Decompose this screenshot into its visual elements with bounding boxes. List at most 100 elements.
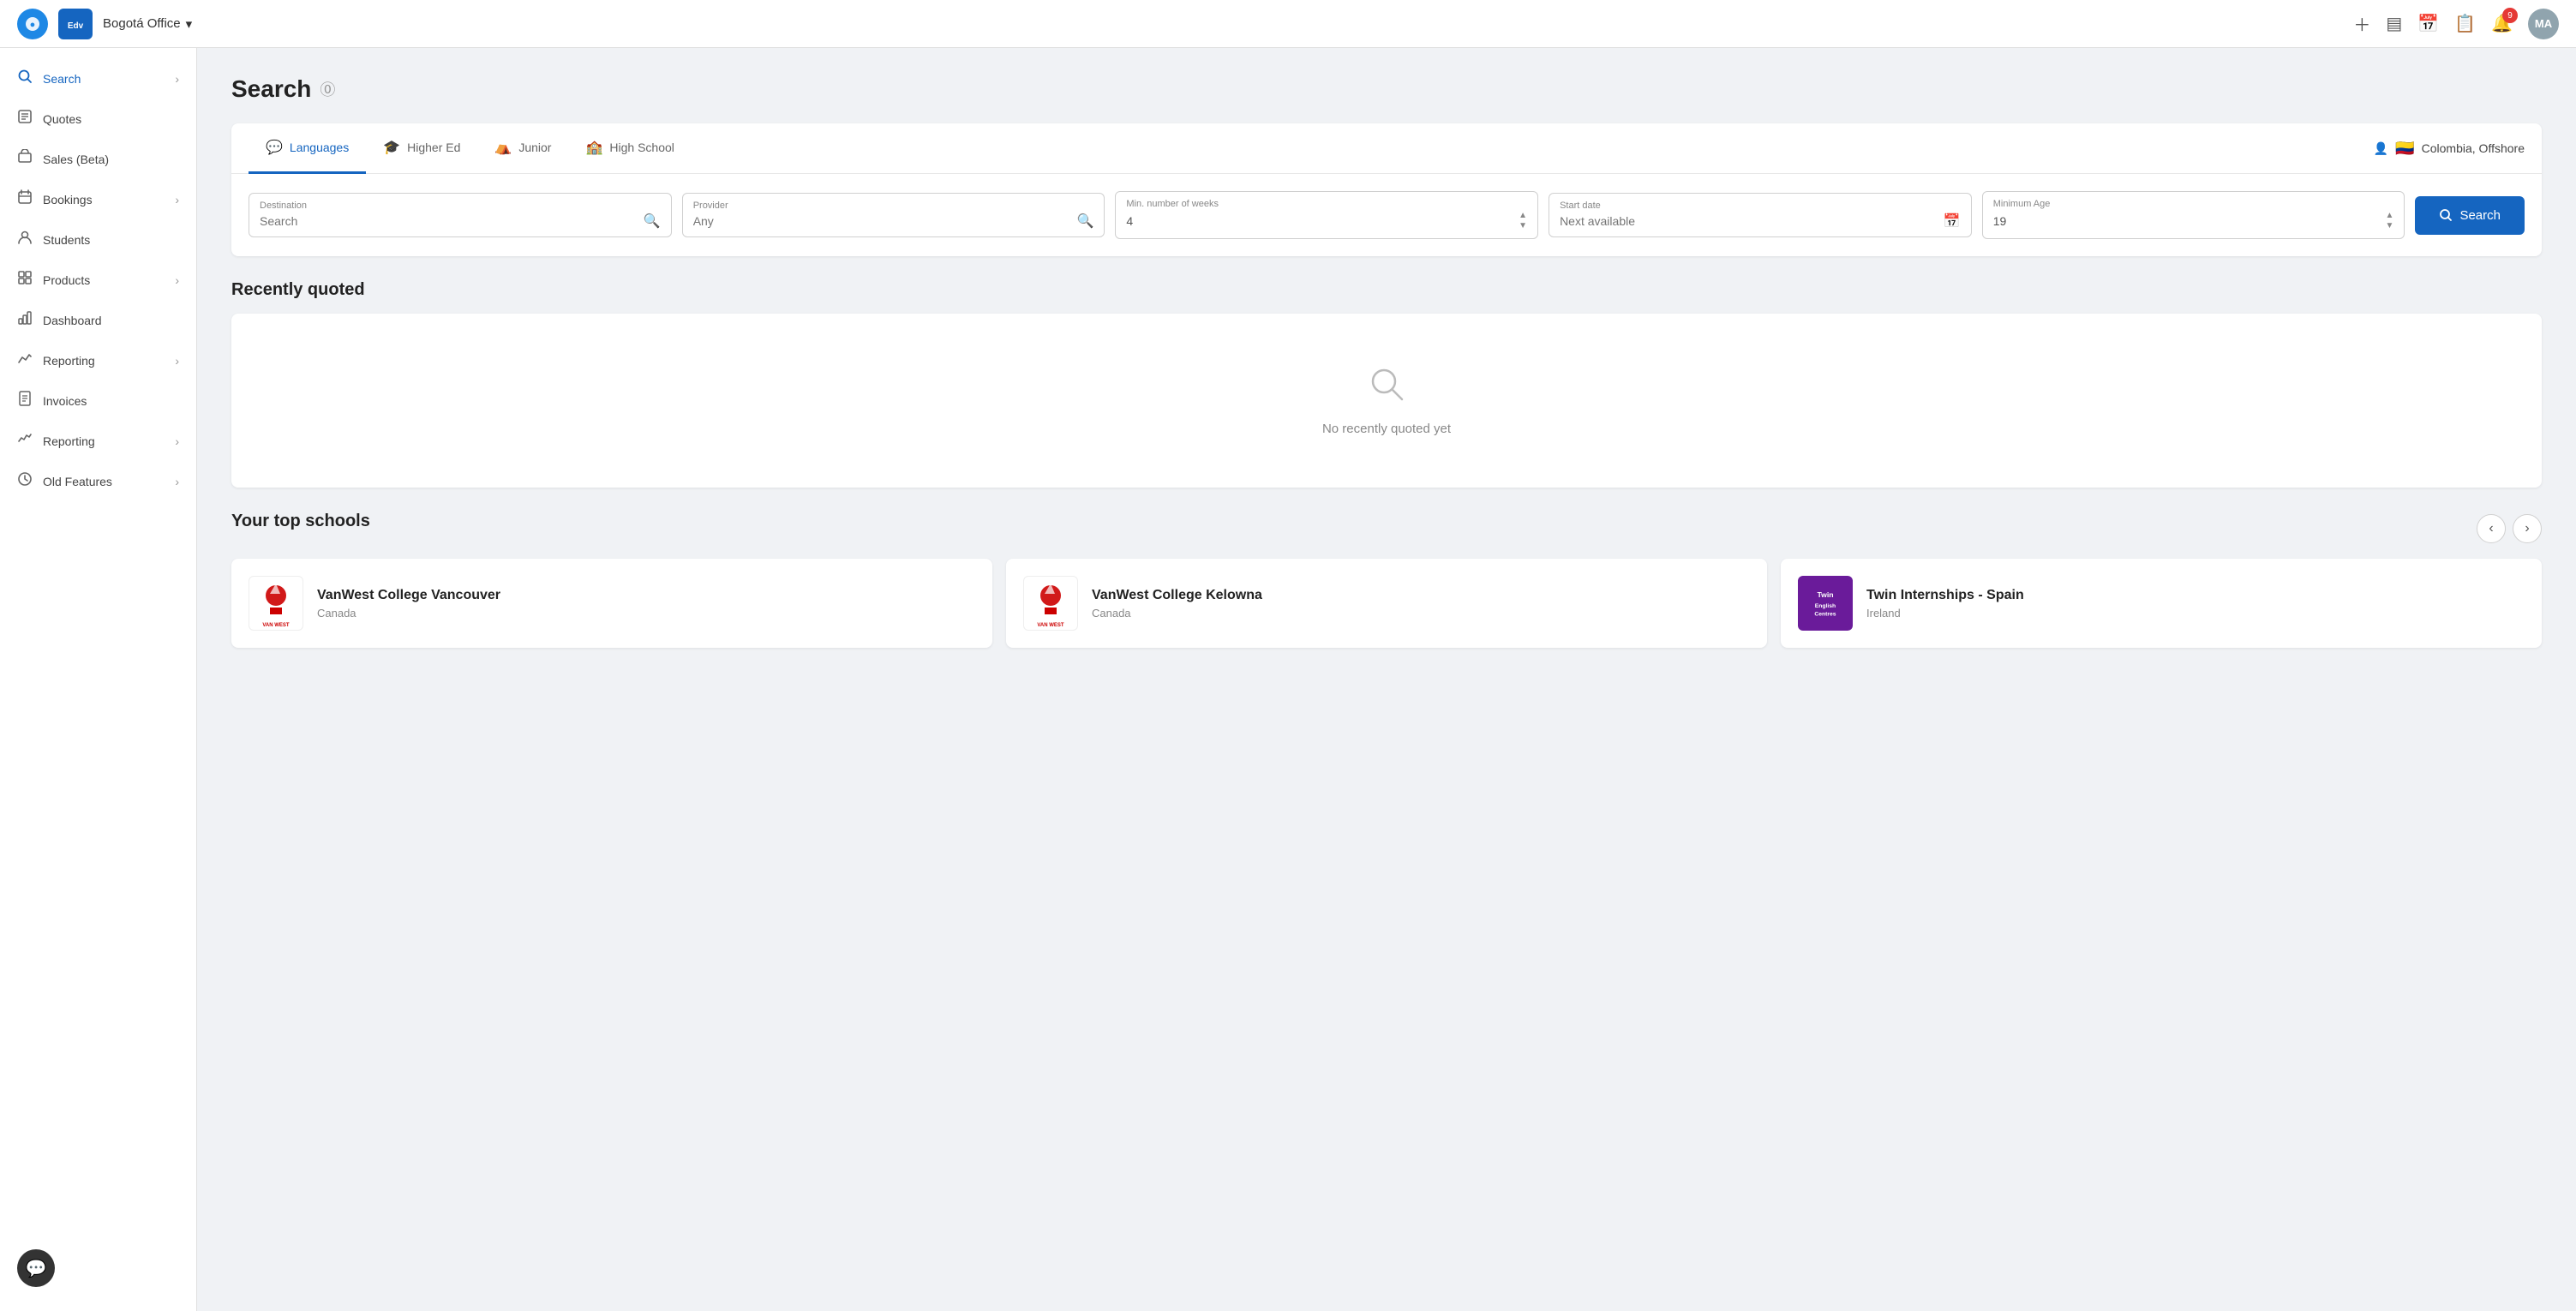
sidebar-item-search[interactable]: Search › bbox=[0, 58, 196, 99]
min-weeks-stepper[interactable]: ▲ ▼ bbox=[1519, 211, 1527, 231]
quotes-icon bbox=[17, 109, 33, 129]
school-name-vanwest-vancouver: VanWest College Vancouver bbox=[317, 588, 975, 603]
chevron-right-icon: › bbox=[175, 434, 179, 448]
languages-icon: 💬 bbox=[266, 139, 283, 156]
svg-text:Centres: Centres bbox=[1814, 611, 1836, 617]
tab-junior[interactable]: ⛺ Junior bbox=[477, 123, 568, 174]
chevron-right-icon: › bbox=[175, 72, 179, 86]
reporting2-icon bbox=[17, 431, 33, 451]
min-weeks-down[interactable]: ▼ bbox=[1519, 221, 1527, 231]
sidebar-label-old-features: Old Features bbox=[43, 475, 112, 488]
sidebar-label-products: Products bbox=[43, 273, 90, 287]
sidebar-item-sales[interactable]: Sales (Beta) bbox=[0, 139, 196, 179]
school-card-vanwest-vancouver[interactable]: VAN WEST VanWest College Vancouver Canad… bbox=[231, 559, 992, 648]
sidebar-item-old-features[interactable]: Old Features › bbox=[0, 461, 196, 501]
sidebar-item-reporting2[interactable]: Reporting › bbox=[0, 421, 196, 461]
calendar-icon[interactable]: 📅 bbox=[2417, 13, 2439, 34]
school-info-twin-spain: Twin Internships - Spain Ireland bbox=[1866, 588, 2525, 620]
app-icon[interactable]: ● bbox=[17, 9, 48, 39]
chevron-right-icon: › bbox=[175, 193, 179, 207]
top-navigation: ● Edv Bogotá Office ▾ ＋ ▤ 📅 📋 🔔 9 MA bbox=[0, 0, 2576, 48]
tab-high-school-label: High School bbox=[609, 141, 674, 154]
bookings-icon bbox=[17, 189, 33, 209]
old-features-icon bbox=[17, 471, 33, 491]
provider-input[interactable] bbox=[693, 214, 1072, 228]
sidebar-item-products[interactable]: Products › bbox=[0, 260, 196, 300]
recently-quoted-title: Recently quoted bbox=[231, 280, 2542, 300]
filter-row: Destination 🔍 Provider 🔍 Min. number of … bbox=[231, 174, 2542, 256]
sidebar-label-reporting2: Reporting bbox=[43, 434, 95, 448]
school-country-vanwest-kelowna: Canada bbox=[1092, 607, 1750, 620]
tab-high-school[interactable]: 🏫 High School bbox=[568, 123, 691, 174]
search-tabs: 💬 Languages 🎓 Higher Ed ⛺ Junior 🏫 High … bbox=[231, 123, 2542, 174]
destination-input[interactable] bbox=[260, 214, 638, 228]
start-date-label: Start date bbox=[1560, 201, 1961, 211]
page-header: Search ⓪ bbox=[231, 75, 2542, 103]
reporting-icon bbox=[17, 350, 33, 370]
office-name: Bogotá Office bbox=[103, 16, 181, 31]
chat-bubble-button[interactable]: 💬 bbox=[17, 1249, 55, 1287]
products-icon bbox=[17, 270, 33, 290]
svg-text:VAN WEST: VAN WEST bbox=[1037, 623, 1064, 628]
school-info-vanwest-vancouver: VanWest College Vancouver Canada bbox=[317, 588, 975, 620]
destination-search-icon: 🔍 bbox=[644, 213, 661, 230]
sidebar-item-reporting1[interactable]: Reporting › bbox=[0, 340, 196, 380]
svg-text:●: ● bbox=[30, 20, 36, 30]
add-icon[interactable]: ＋ bbox=[2353, 11, 2370, 36]
min-age-down[interactable]: ▼ bbox=[2386, 221, 2394, 231]
sidebar-item-dashboard[interactable]: Dashboard bbox=[0, 300, 196, 340]
sidebar-label-invoices: Invoices bbox=[43, 394, 87, 408]
sidebar-item-invoices[interactable]: Invoices bbox=[0, 380, 196, 421]
edvisor-logo[interactable]: Edv bbox=[58, 9, 93, 39]
tab-junior-label: Junior bbox=[518, 141, 551, 154]
sidebar-label-quotes: Quotes bbox=[43, 112, 81, 126]
school-card-vanwest-kelowna[interactable]: VAN WEST VanWest College Kelowna Canada bbox=[1006, 559, 1767, 648]
chevron-right-icon: › bbox=[175, 273, 179, 287]
min-age-up[interactable]: ▲ bbox=[2386, 211, 2394, 221]
calendar-icon: 📅 bbox=[1944, 213, 1961, 230]
school-country-vanwest-vancouver: Canada bbox=[317, 607, 975, 620]
sidebar-label-reporting1: Reporting bbox=[43, 354, 95, 368]
min-age-value: 19 bbox=[1993, 214, 2007, 228]
schools-prev-button[interactable]: ‹ bbox=[2477, 514, 2506, 543]
search-button[interactable]: Search bbox=[2415, 196, 2525, 235]
min-age-stepper[interactable]: ▲ ▼ bbox=[2386, 211, 2394, 231]
students-icon bbox=[17, 230, 33, 249]
school-info-vanwest-kelowna: VanWest College Kelowna Canada bbox=[1092, 588, 1750, 620]
start-date-input[interactable] bbox=[1560, 214, 1938, 228]
school-country-twin-spain: Ireland bbox=[1866, 607, 2525, 620]
destination-label: Destination bbox=[260, 201, 661, 211]
region-selector[interactable]: 👤 🇨🇴 Colombia, Offshore bbox=[2374, 124, 2525, 173]
recently-quoted-empty: No recently quoted yet bbox=[1322, 422, 1451, 436]
dashboard-icon bbox=[17, 310, 33, 330]
chevron-right-icon: › bbox=[175, 475, 179, 488]
notifications-icon[interactable]: 🔔 9 bbox=[2491, 13, 2513, 34]
empty-search-icon bbox=[1368, 365, 1405, 411]
region-flag: 🇨🇴 bbox=[2395, 140, 2414, 158]
sidebar-item-students[interactable]: Students bbox=[0, 219, 196, 260]
provider-field: Provider 🔍 bbox=[682, 193, 1105, 237]
svg-text:VAN WEST: VAN WEST bbox=[262, 623, 290, 628]
svg-text:English: English bbox=[1815, 603, 1836, 609]
school-name-twin-spain: Twin Internships - Spain bbox=[1866, 588, 2525, 603]
search-icon bbox=[17, 69, 33, 88]
office-selector[interactable]: Bogotá Office ▾ bbox=[103, 16, 192, 32]
tasks-icon[interactable]: 📋 bbox=[2454, 13, 2476, 34]
user-avatar[interactable]: MA bbox=[2528, 9, 2559, 39]
min-age-label: Minimum Age bbox=[1993, 199, 2394, 209]
svg-text:Edv: Edv bbox=[68, 21, 84, 31]
min-weeks-up[interactable]: ▲ bbox=[1519, 211, 1527, 221]
search-card: 💬 Languages 🎓 Higher Ed ⛺ Junior 🏫 High … bbox=[231, 123, 2542, 256]
schools-next-button[interactable]: › bbox=[2513, 514, 2542, 543]
inbox-icon[interactable]: ▤ bbox=[2386, 13, 2402, 34]
help-icon[interactable]: ⓪ bbox=[320, 78, 335, 100]
chevron-down-icon: ▾ bbox=[186, 16, 193, 32]
top-schools-title: Your top schools bbox=[231, 512, 370, 531]
school-card-twin-spain[interactable]: Twin English Centres Twin Internships - … bbox=[1781, 559, 2542, 648]
tab-languages[interactable]: 💬 Languages bbox=[249, 123, 366, 174]
sidebar-item-quotes[interactable]: Quotes bbox=[0, 99, 196, 139]
schools-grid: VAN WEST VanWest College Vancouver Canad… bbox=[231, 559, 2542, 648]
tab-higher-ed[interactable]: 🎓 Higher Ed bbox=[366, 123, 477, 174]
sidebar-item-bookings[interactable]: Bookings › bbox=[0, 179, 196, 219]
schools-navigation: ‹ › bbox=[2477, 514, 2542, 543]
